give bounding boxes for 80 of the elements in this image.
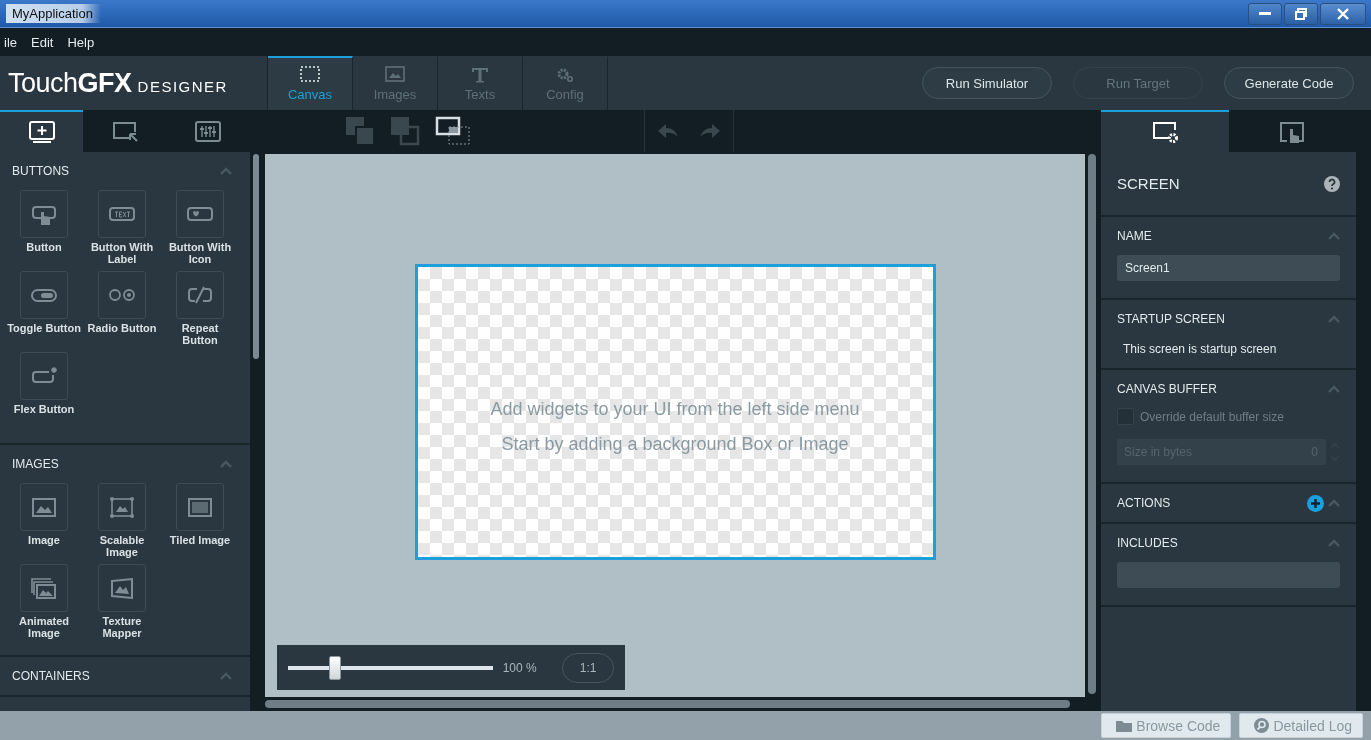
help-icon[interactable]: [1324, 175, 1340, 192]
slider-thumb[interactable]: [329, 655, 342, 680]
widget-label: Tiled Image: [168, 534, 232, 548]
widget-tile[interactable]: [20, 352, 68, 400]
text-icon: [470, 66, 490, 83]
section-title: BUTTONS: [12, 164, 70, 178]
widget-label: Button: [25, 241, 63, 255]
widget-label: Scalable Image: [98, 534, 146, 558]
widget-tile[interactable]: [176, 483, 224, 531]
add-icon: [27, 120, 56, 144]
widget-tile[interactable]: [98, 190, 146, 238]
screen-settings-icon: [1150, 120, 1179, 144]
widget-label: Button With Label: [89, 241, 155, 265]
logo-subtitle: DESIGNER: [137, 77, 228, 95]
menu-item[interactable]: Edit: [31, 32, 54, 52]
sliders-icon: [194, 120, 223, 144]
widget-tile[interactable]: [20, 271, 68, 319]
widget-label: Animated Image: [17, 615, 71, 639]
zoom-reading: 100 %: [502, 660, 538, 675]
minimize-button[interactable]: [1248, 2, 1282, 25]
touch-screen-icon: [1278, 120, 1307, 144]
close-button[interactable]: [1320, 2, 1366, 25]
widget-tile[interactable]: [176, 190, 224, 238]
folder-icon: [1116, 719, 1133, 732]
widget-label: Button With Icon: [167, 241, 233, 265]
menu-item[interactable]: Help: [67, 32, 95, 52]
minimize-icon: [1259, 12, 1271, 15]
status-button[interactable]: Browse Code: [1101, 713, 1232, 738]
widget-label: Texture Mapper: [101, 615, 143, 639]
panel-tab[interactable]: [0, 110, 84, 152]
widget-tile[interactable]: [98, 483, 146, 531]
widget-label: Image: [27, 534, 61, 548]
section-title: CANVAS BUFFER: [1117, 382, 1217, 396]
widget-label: Flex Button: [12, 403, 76, 417]
status-button[interactable]: Detailed Log: [1239, 713, 1363, 738]
scalable-image-icon: [107, 494, 137, 520]
animated-image-icon: [29, 575, 59, 601]
window-title: MyApplication: [6, 4, 101, 23]
action-button[interactable]: Generate Code: [1224, 67, 1354, 99]
widget-tile[interactable]: [98, 271, 146, 319]
checkbox-label: Override default buffer size: [1140, 409, 1284, 424]
menu-item[interactable]: ile: [4, 32, 17, 52]
logo-text: TouchGFX: [8, 67, 132, 99]
widget-tile[interactable]: [20, 190, 68, 238]
widget-tile[interactable]: [98, 564, 146, 612]
selection-icon: [300, 66, 320, 83]
panel-title: SCREEN: [1117, 175, 1180, 192]
add-icon[interactable]: [1307, 494, 1324, 512]
hint-text: Add widgets to your UI from the left side menu: [490, 398, 860, 420]
section-title: CONTAINERS: [12, 669, 90, 683]
widget-label: Radio Button: [86, 322, 158, 336]
widget-label: Repeat Button: [180, 322, 220, 346]
scrollbar-thumb[interactable]: [265, 700, 1070, 708]
close-icon: [1337, 7, 1349, 20]
nav-tab[interactable]: Canvas: [268, 56, 353, 110]
widget-label: Toggle Button: [7, 322, 81, 336]
widget-tile[interactable]: [20, 483, 68, 531]
canvas-screen[interactable]: Add widgets to your UI from the left side menu Start by adding a background Box or Image: [414, 263, 936, 560]
name-field[interactable]: Screen1: [1117, 255, 1340, 281]
search-icon: [1254, 718, 1270, 733]
widget-tile[interactable]: [20, 564, 68, 612]
section-title: INCLUDES: [1117, 536, 1178, 550]
restore-button[interactable]: [1284, 2, 1318, 25]
section-title: ACTIONS: [1117, 496, 1171, 510]
panel-tab[interactable]: [1101, 110, 1229, 152]
scrollbar-thumb[interactable]: [1087, 154, 1096, 694]
widget-tile[interactable]: [176, 271, 224, 319]
section-title: NAME: [1117, 229, 1152, 243]
image-icon: [385, 66, 405, 83]
restore-icon: [1295, 7, 1307, 20]
actual-size-button[interactable]: 1:1: [562, 652, 614, 683]
cursor-screen-icon: [111, 120, 139, 144]
arrange-icon[interactable]: [435, 116, 471, 146]
scrollbar-thumb[interactable]: [253, 154, 259, 359]
gears-icon: [555, 66, 575, 83]
section-title: STARTUP SCREEN: [1117, 312, 1226, 326]
section-title: IMAGES: [12, 457, 59, 471]
hint-text: Start by adding a background Box or Image: [501, 433, 849, 455]
info-text: This screen is startup screen: [1122, 341, 1278, 358]
action-button[interactable]: Run Simulator: [922, 67, 1052, 99]
